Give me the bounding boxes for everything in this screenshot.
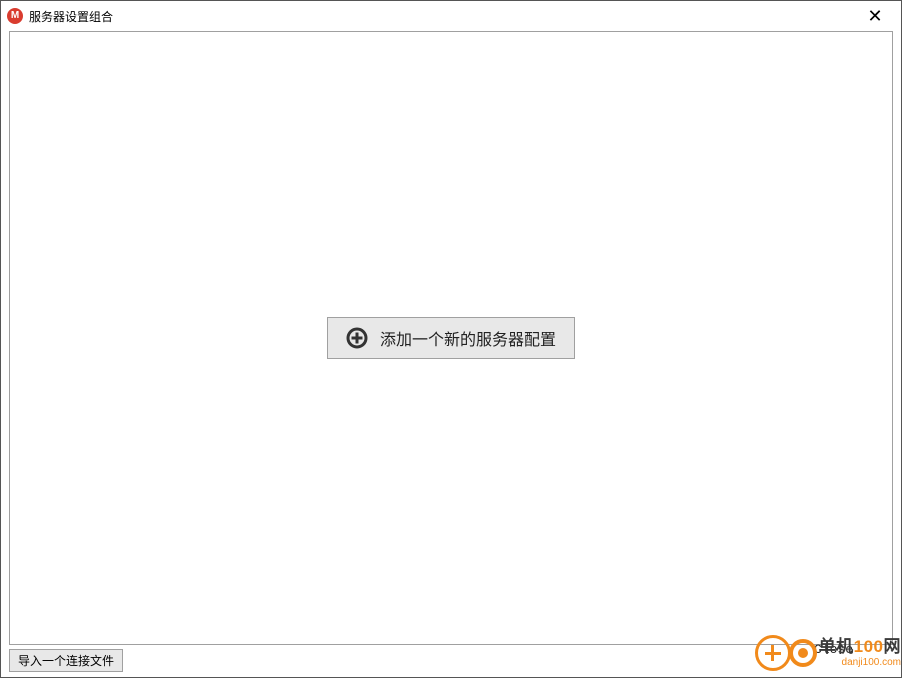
app-icon: M — [7, 8, 23, 24]
window-close-button[interactable]: ✕ — [853, 2, 897, 30]
main-panel: 添加一个新的服务器配置 — [9, 31, 893, 645]
window: M 服务器设置组合 ✕ 添加一个新的服务器配置 导入一个连接文件 Close — [0, 0, 902, 678]
add-server-button[interactable]: 添加一个新的服务器配置 — [327, 317, 575, 359]
footer: 导入一个连接文件 — [1, 649, 901, 677]
titlebar: M 服务器设置组合 ✕ — [1, 1, 901, 31]
plus-circle-icon — [346, 327, 368, 349]
import-connection-button[interactable]: 导入一个连接文件 — [9, 649, 123, 672]
app-icon-glyph: M — [11, 11, 19, 21]
add-server-label: 添加一个新的服务器配置 — [380, 326, 556, 350]
window-title: 服务器设置组合 — [29, 8, 853, 25]
import-connection-label: 导入一个连接文件 — [18, 654, 114, 668]
close-icon: ✕ — [867, 6, 882, 27]
